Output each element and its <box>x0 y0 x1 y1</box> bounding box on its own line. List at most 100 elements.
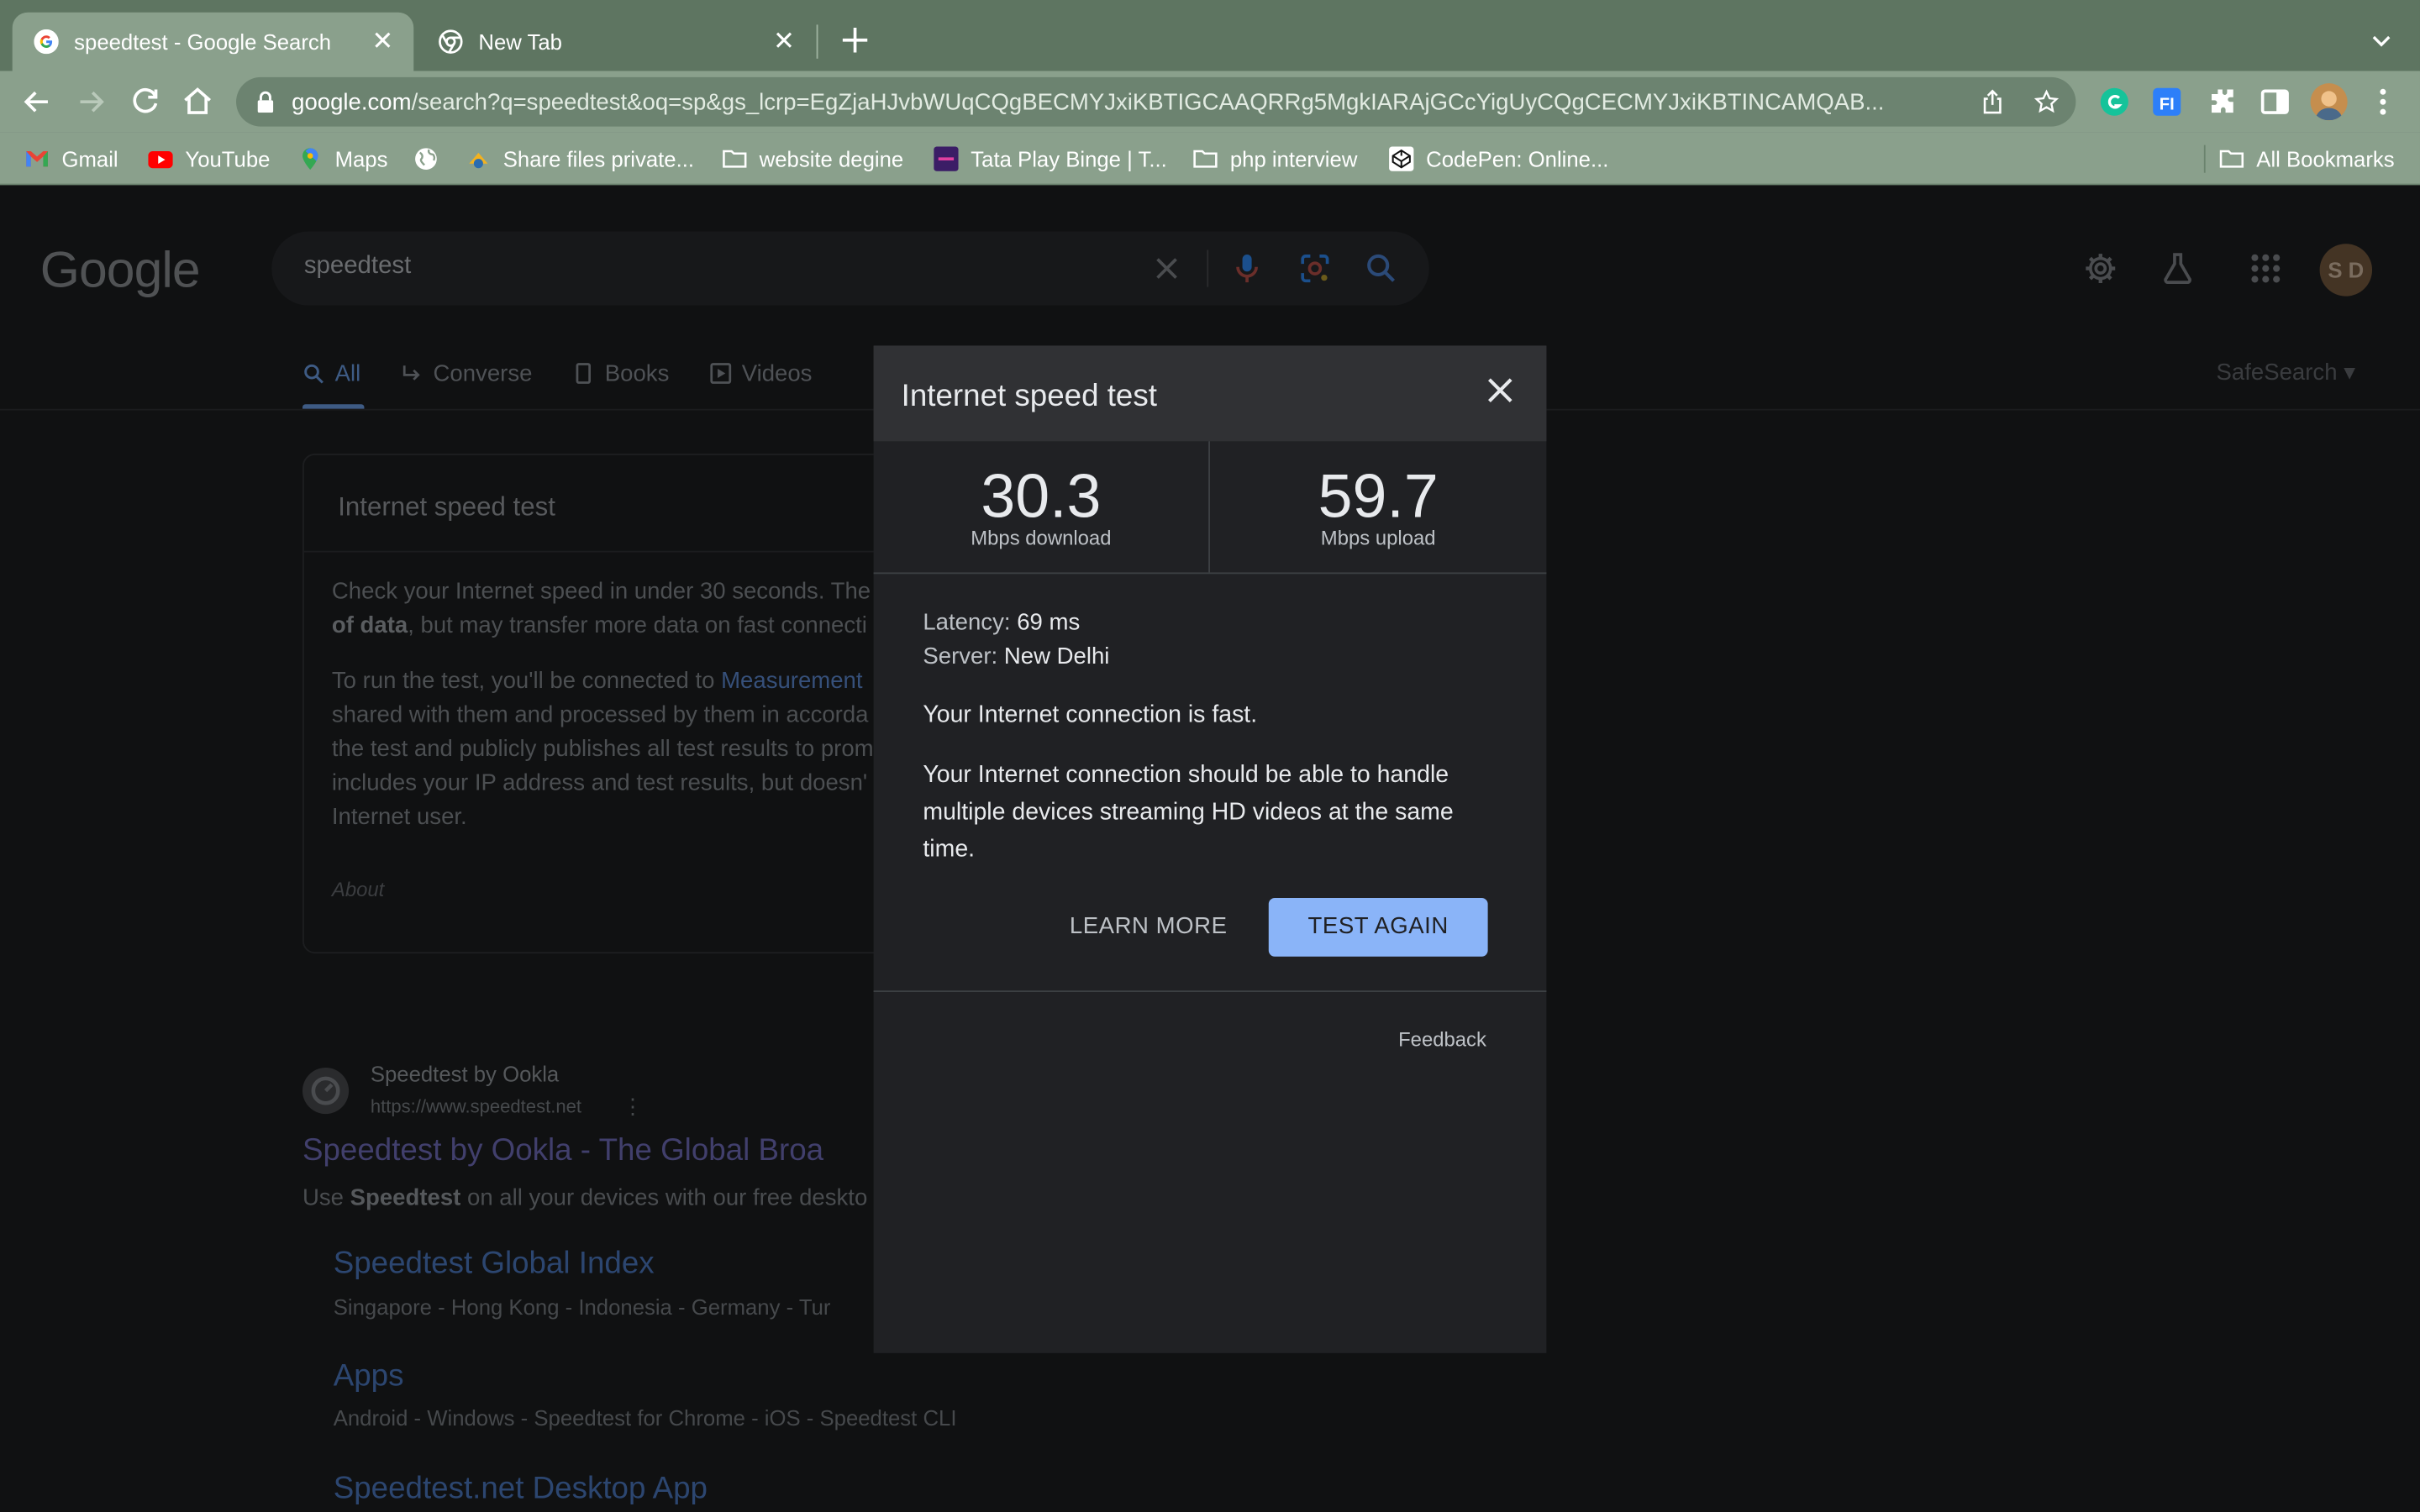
profile-avatar[interactable] <box>2310 83 2348 121</box>
tab-new-tab[interactable]: New Tab ✕ <box>417 13 815 71</box>
sitelink-title[interactable]: Speedtest Global Index <box>334 1247 655 1282</box>
fi-extension-icon[interactable]: FI <box>2149 83 2186 120</box>
clear-icon[interactable] <box>1149 250 1186 287</box>
kebab-menu-icon[interactable] <box>2365 83 2402 120</box>
card-bold-text: of data <box>331 612 408 639</box>
search-query: speedtest <box>303 253 412 280</box>
labs-flask-icon[interactable] <box>2160 250 2196 287</box>
sitelink-title[interactable]: Apps <box>334 1359 404 1394</box>
tab-close-icon[interactable]: ✕ <box>371 28 395 54</box>
google-logo[interactable]: Google <box>40 241 201 300</box>
tab-google-search[interactable]: speedtest - Google Search ✕ <box>12 12 414 71</box>
close-icon[interactable] <box>1485 375 1516 406</box>
measurement-link[interactable]: Measurement <box>721 668 862 694</box>
card-text: of data, but may transfer more data on f… <box>332 610 950 643</box>
tab-converse[interactable]: Converse <box>401 360 532 386</box>
tab-books[interactable]: Books <box>572 360 669 386</box>
bookmark-share-files[interactable]: Share files private... <box>466 144 694 175</box>
card-divider <box>303 550 953 553</box>
card-text: Internet user. <box>331 803 467 831</box>
tab-videos[interactable]: Videos <box>709 360 812 386</box>
searchbox-divider <box>1207 249 1209 287</box>
search-tabs: All Converse Books Videos <box>302 354 852 391</box>
card-text: includes your IP address and test result… <box>331 769 868 796</box>
upload-stat: 59.7 Mbps upload <box>1210 441 1546 572</box>
dialog-divider <box>873 990 1547 993</box>
bookmark-tata-play[interactable]: Tata Play Binge | T... <box>934 144 1167 175</box>
bookmark-label: Share files private... <box>502 146 695 171</box>
settings-gear-icon[interactable] <box>2082 250 2119 287</box>
tab-label: Converse <box>433 360 533 387</box>
speed-test-card: Internet speed test Check your Internet … <box>302 453 953 954</box>
tab-label: Books <box>604 360 670 387</box>
lock-icon[interactable] <box>256 91 275 113</box>
safesearch-label: SafeSearch <box>2216 359 2338 386</box>
bookmark-php-interview[interactable]: php interview <box>1193 144 1357 175</box>
bookmark-label: website degine <box>759 146 904 171</box>
apps-grid-icon[interactable] <box>2247 250 2284 287</box>
bookmark-label: Tata Play Binge | T... <box>971 146 1167 171</box>
back-arrow-icon[interactable] <box>18 83 55 120</box>
download-value: 30.3 <box>981 463 1102 531</box>
search-icon[interactable] <box>1363 250 1400 287</box>
result-more-icon[interactable]: ⋮ <box>622 1094 644 1120</box>
result-title-link[interactable]: Speedtest by Ookla - The Global Broa <box>302 1134 823 1169</box>
tab-search-chevron-icon[interactable] <box>2369 28 2393 52</box>
address-bar[interactable]: google.com/search?q=speedtest&oq=sp&gs_l… <box>236 76 2076 127</box>
bookmarks-separator <box>2203 144 2206 173</box>
speed-results: 30.3 Mbps download 59.7 Mbps upload <box>873 441 1547 575</box>
all-bookmarks-button[interactable]: All Bookmarks <box>2219 144 2395 175</box>
learn-more-button[interactable]: LEARN MORE <box>1048 898 1249 955</box>
about-link[interactable]: About <box>332 878 384 901</box>
reload-icon[interactable] <box>127 83 164 120</box>
feedback-link[interactable]: Feedback <box>1398 1027 1486 1051</box>
card-text-cont: , but may transfer more data on fast con… <box>408 612 867 639</box>
tab-title: speedtest - Google Search <box>74 29 332 55</box>
safesearch-menu[interactable]: SafeSearch ▾ <box>2217 358 2355 386</box>
extensions-puzzle-icon[interactable] <box>2204 83 2241 120</box>
maps-icon <box>302 148 318 171</box>
all-bookmarks-label: All Bookmarks <box>2256 146 2395 171</box>
bookmark-youtube[interactable]: YouTube <box>148 144 270 175</box>
server-row: Server: New Delhi <box>923 643 1109 669</box>
gmail-icon <box>26 150 48 167</box>
card-text-part: To run the test, you'll be connected to <box>331 668 722 695</box>
browser-toolbar: google.com/search?q=speedtest&oq=sp&gs_l… <box>0 71 2420 133</box>
url-text[interactable]: google.com/search?q=speedtest&oq=sp&gs_l… <box>292 89 1959 115</box>
share-icon[interactable] <box>1981 89 2005 114</box>
youtube-icon <box>148 150 173 169</box>
speedometer-icon <box>311 1076 340 1105</box>
microphone-icon[interactable] <box>1228 250 1265 287</box>
server-label: Server: <box>923 643 998 670</box>
bookmark-label: Maps <box>334 146 388 171</box>
speed-test-dialog: Internet speed test 30.3 Mbps download 5… <box>873 345 1547 1353</box>
bookmark-website-degine[interactable]: website degine <box>723 144 904 175</box>
dropdown-caret-icon: ▾ <box>2344 359 2356 386</box>
sitelink-title[interactable]: Speedtest.net Desktop App <box>334 1472 708 1507</box>
new-tab-plus-icon[interactable] <box>838 24 871 57</box>
tab-all[interactable]: All <box>302 360 360 386</box>
upload-value: 59.7 <box>1318 463 1439 531</box>
forward-arrow-icon[interactable] <box>72 83 109 120</box>
grammarly-icon[interactable] <box>2096 83 2133 120</box>
test-again-button[interactable]: TEST AGAIN <box>1268 897 1488 957</box>
folder-icon <box>2219 150 2244 168</box>
bookmark-globe[interactable] <box>413 144 450 175</box>
bookmark-gmail[interactable]: Gmail <box>24 144 118 175</box>
bookmark-codepen[interactable]: CodePen: Online... <box>1389 144 1608 175</box>
bookmark-star-icon[interactable] <box>2033 89 2060 114</box>
folder-icon <box>723 150 747 168</box>
url-host: google.com <box>292 88 412 115</box>
side-panel-icon[interactable] <box>2256 83 2293 120</box>
bookmark-maps[interactable]: Maps <box>297 144 387 175</box>
account-avatar[interactable]: S D <box>2319 244 2373 297</box>
home-icon[interactable] <box>179 83 216 120</box>
result-url[interactable]: https://www.speedtest.net <box>371 1095 581 1117</box>
bookmark-label: Gmail <box>61 146 118 171</box>
tab-strip: speedtest - Google Search ✕ New Tab ✕ <box>0 0 2420 71</box>
search-input[interactable]: speedtest <box>271 231 1429 306</box>
download-unit: Mbps download <box>971 526 1112 549</box>
tataplay-icon <box>934 146 959 171</box>
google-lens-icon[interactable] <box>1297 250 1334 287</box>
tab-close-icon[interactable]: ✕ <box>771 28 796 54</box>
